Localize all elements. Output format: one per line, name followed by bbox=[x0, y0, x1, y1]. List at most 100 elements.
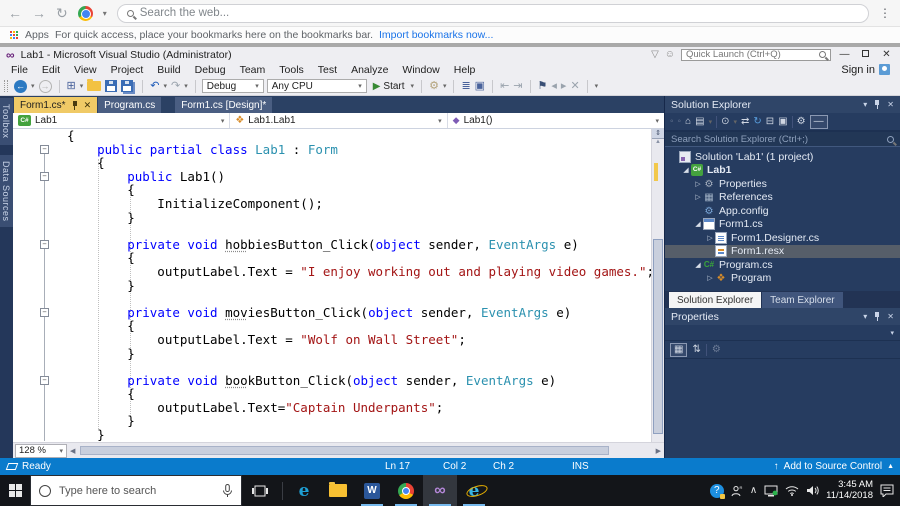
se-forward-icon[interactable]: ◦ bbox=[678, 116, 682, 127]
window-position-icon[interactable]: ▾ bbox=[863, 100, 867, 109]
volume-icon[interactable] bbox=[806, 485, 819, 496]
properties-object-dropdown[interactable]: ▾ bbox=[665, 325, 900, 341]
tree-item-program-cs[interactable]: ◢ C# Program.cs bbox=[665, 258, 900, 272]
taskbar-app-chrome[interactable] bbox=[389, 475, 423, 506]
add-to-source-control-button[interactable]: ↑ Add to Source Control ▲ bbox=[774, 461, 894, 472]
send-feedback-icon[interactable]: ☺ bbox=[665, 49, 675, 60]
pc-status-icon[interactable] bbox=[764, 485, 778, 497]
task-list-icon[interactable]: ≣ bbox=[461, 79, 470, 94]
editor-zoom-dropdown[interactable]: 128 % ▾ bbox=[15, 443, 67, 458]
menu-tools[interactable]: Tools bbox=[272, 64, 311, 76]
se-home-icon[interactable]: ⌂ bbox=[685, 116, 691, 127]
apps-grid-icon[interactable] bbox=[10, 30, 19, 40]
undo-icon[interactable]: ↶ bbox=[150, 79, 159, 94]
dropdown-caret-icon[interactable]: ▾ bbox=[443, 82, 447, 90]
open-folder-icon[interactable] bbox=[87, 79, 102, 91]
hidden-icons-chevron[interactable]: ∧ bbox=[750, 485, 757, 496]
collapsed-arrow-icon[interactable]: ▷ bbox=[705, 274, 715, 282]
close-panel-icon[interactable]: ✕ bbox=[887, 312, 894, 321]
collapsed-arrow-icon[interactable]: ▷ bbox=[693, 193, 703, 201]
dropdown-caret-icon[interactable]: ▾ bbox=[163, 82, 167, 90]
collapse-region-icon[interactable]: − bbox=[40, 307, 49, 317]
props-pages-icon[interactable]: ⚙ bbox=[712, 344, 721, 355]
tree-item-program[interactable]: ▷ Program bbox=[665, 272, 900, 286]
nav-forward-icon[interactable]: → bbox=[38, 79, 52, 93]
action-center-icon[interactable] bbox=[880, 484, 894, 497]
bookmark-icon[interactable]: ⚑ bbox=[538, 79, 548, 94]
menu-file[interactable]: File bbox=[4, 64, 35, 76]
wifi-icon[interactable] bbox=[785, 485, 799, 496]
menu-help[interactable]: Help bbox=[447, 64, 483, 76]
browser-back-icon[interactable]: ← bbox=[8, 5, 22, 21]
clock[interactable]: 3:45 AM 11/14/2018 bbox=[826, 479, 873, 501]
tree-item-form1-designer-cs[interactable]: ▷ Form1.Designer.cs bbox=[665, 231, 900, 245]
panel-tab-team-explorer[interactable]: Team Explorer bbox=[762, 292, 843, 308]
solution-config-dropdown[interactable]: Debug ▾ bbox=[201, 79, 264, 93]
people-icon[interactable]: R bbox=[731, 485, 743, 497]
indent-decrease-icon[interactable]: ⇤ bbox=[500, 79, 509, 94]
attach-icon[interactable]: ⚙ bbox=[429, 79, 439, 94]
menu-team[interactable]: Team bbox=[233, 64, 273, 76]
taskbar-search-input[interactable]: Type here to search bbox=[30, 475, 242, 506]
vertical-scroll-thumb[interactable] bbox=[653, 239, 663, 434]
browser-forward-icon[interactable]: → bbox=[32, 5, 46, 21]
vertical-scrollbar[interactable]: ⇕ ▲ bbox=[651, 129, 664, 442]
se-sync-icon[interactable]: ⇄ bbox=[741, 116, 749, 127]
member-dropdown[interactable]: ◆ Lab1() ▾ bbox=[448, 113, 664, 128]
restore-button[interactable] bbox=[858, 49, 873, 60]
menu-test[interactable]: Test bbox=[311, 64, 344, 76]
collapse-region-icon[interactable]: − bbox=[40, 375, 49, 385]
browser-menu-icon[interactable]: ⋮ bbox=[879, 6, 892, 20]
feedback-filter-icon[interactable]: ▽ bbox=[651, 49, 659, 60]
chrome-logo-caret-icon[interactable]: ▾ bbox=[103, 9, 107, 18]
pin-icon[interactable] bbox=[873, 100, 881, 109]
menu-project[interactable]: Project bbox=[104, 64, 151, 76]
se-refresh-icon[interactable]: ↻ bbox=[753, 116, 761, 127]
dropdown-caret-icon[interactable]: ▾ bbox=[184, 82, 188, 90]
sign-in-link[interactable]: Sign in bbox=[841, 64, 875, 76]
prev-bookmark-icon[interactable]: ◂ bbox=[551, 79, 557, 94]
collapse-region-icon[interactable]: − bbox=[40, 171, 49, 181]
se-preview-icon[interactable]: ▣ bbox=[778, 116, 787, 127]
split-editor-handle[interactable]: ⇕ bbox=[652, 129, 664, 139]
taskbar-app-edge[interactable]: e bbox=[287, 475, 321, 506]
se-switch-views-icon[interactable]: ▤ bbox=[695, 116, 704, 127]
se-properties-icon[interactable]: ⚙ bbox=[797, 116, 806, 127]
scroll-up-arrow[interactable]: ▲ bbox=[652, 139, 664, 145]
se-code-view-icon[interactable]: — bbox=[809, 114, 828, 129]
find-symbol-icon[interactable]: ▣ bbox=[475, 79, 485, 94]
tree-item-lab1[interactable]: ◢ C# Lab1 bbox=[665, 164, 900, 178]
menu-edit[interactable]: Edit bbox=[35, 64, 67, 76]
menu-window[interactable]: Window bbox=[395, 64, 446, 76]
doc-tab-form1-cs[interactable]: Form1.cs* ✕ bbox=[14, 97, 98, 113]
taskbar-app-internet-explorer[interactable]: e bbox=[457, 475, 491, 506]
tree-item-form1-cs[interactable]: ◢ Form1.cs bbox=[665, 218, 900, 232]
taskbar-app-visual-studio[interactable]: ∞ bbox=[423, 475, 457, 506]
horizontal-scrollbar[interactable]: 128 % ▾ ◀ ▶ bbox=[13, 442, 664, 458]
save-icon[interactable] bbox=[105, 80, 118, 92]
doc-tab-program-cs[interactable]: Program.cs bbox=[98, 97, 162, 113]
expanded-arrow-icon[interactable]: ◢ bbox=[693, 261, 703, 269]
close-panel-icon[interactable]: ✕ bbox=[887, 100, 894, 109]
horizontal-scroll-thumb[interactable] bbox=[80, 446, 609, 455]
pin-icon[interactable] bbox=[873, 312, 881, 321]
dropdown-caret-icon[interactable]: ▾ bbox=[31, 82, 35, 90]
tree-item-app-config[interactable]: App.config bbox=[665, 204, 900, 218]
help-icon[interactable]: ? bbox=[709, 483, 725, 499]
taskbar-app-word[interactable]: W bbox=[355, 475, 389, 506]
tree-item-form1-resx[interactable]: Form1.resx bbox=[665, 244, 900, 258]
se-pending-changes-icon[interactable]: ⊙ bbox=[721, 116, 729, 127]
window-position-icon[interactable]: ▾ bbox=[863, 312, 867, 321]
expanded-arrow-icon[interactable]: ◢ bbox=[681, 166, 691, 174]
toolbar-grip[interactable] bbox=[4, 80, 8, 92]
close-button[interactable]: ✕ bbox=[879, 49, 894, 60]
side-tab-toolbox[interactable]: Toolbox bbox=[0, 98, 13, 145]
dropdown-caret-icon[interactable]: ▾ bbox=[709, 118, 713, 126]
dropdown-caret-icon[interactable]: ▾ bbox=[411, 82, 415, 90]
taskbar-app-file-explorer[interactable] bbox=[321, 475, 355, 506]
project-dropdown[interactable]: C# Lab1 ▾ bbox=[13, 113, 231, 128]
save-all-icon[interactable] bbox=[121, 80, 134, 92]
scroll-left-arrow[interactable]: ◀ bbox=[67, 447, 78, 455]
clear-bookmarks-icon[interactable]: ✕ bbox=[570, 79, 579, 94]
side-tab-data-sources[interactable]: Data Sources bbox=[0, 154, 13, 228]
